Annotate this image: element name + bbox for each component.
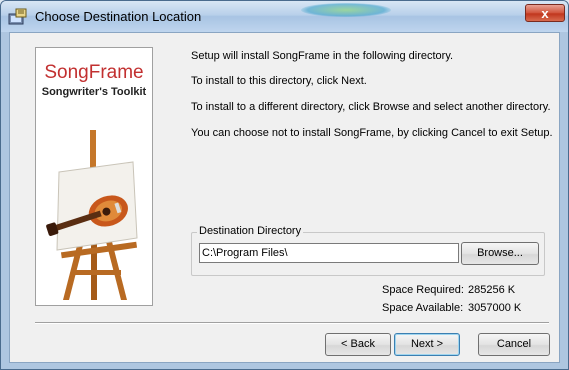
window-title: Choose Destination Location xyxy=(35,9,202,24)
close-icon: x xyxy=(541,6,549,21)
install-directory-message: Setup will install SongFrame in the foll… xyxy=(191,50,454,62)
dialog-client-area: SongFrame Songwriter's Toolkit Setup wil… xyxy=(9,32,560,363)
click-cancel-message: You can choose not to install SongFrame,… xyxy=(191,127,553,139)
button-divider xyxy=(35,322,549,324)
titlebar-glow xyxy=(301,3,391,17)
title-bar[interactable]: Choose Destination Location x xyxy=(1,1,568,32)
space-required-label: Space Required: xyxy=(382,284,464,296)
space-available-label: Space Available: xyxy=(382,302,464,314)
setup-dialog-window: Choose Destination Location x SongFrame … xyxy=(0,0,569,370)
destination-path-field[interactable]: C:\Program Files\ xyxy=(199,243,459,263)
next-button[interactable]: Next > xyxy=(394,333,460,356)
brand-name: SongFrame xyxy=(44,62,144,83)
back-button[interactable]: < Back xyxy=(325,333,391,356)
close-button[interactable]: x xyxy=(525,4,565,22)
browse-button[interactable]: Browse... xyxy=(461,242,539,265)
click-next-message: To install to this directory, click Next… xyxy=(191,75,367,87)
cancel-button[interactable]: Cancel xyxy=(478,333,550,356)
installer-icon xyxy=(8,8,27,25)
brand-tagline: Songwriter's Toolkit xyxy=(41,86,147,98)
space-available-value: 3057000 K xyxy=(468,302,522,314)
branding-panel: SongFrame Songwriter's Toolkit xyxy=(35,47,153,306)
easel-guitar-illustration xyxy=(46,130,138,300)
space-required-value: 285256 K xyxy=(468,284,516,296)
click-browse-message: To install to a different directory, cli… xyxy=(191,101,551,113)
destination-directory-label: Destination Directory xyxy=(197,225,304,237)
